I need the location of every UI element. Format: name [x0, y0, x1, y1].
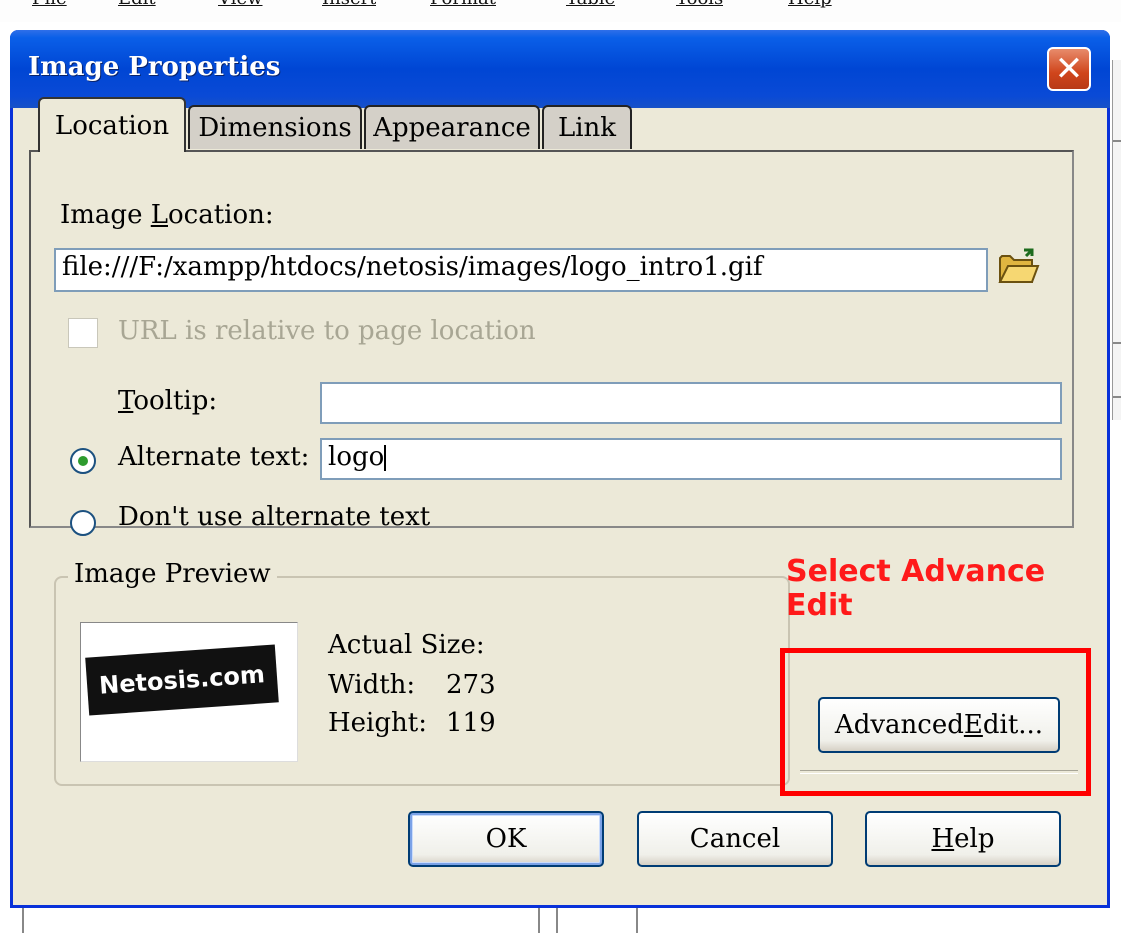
image-preview: Netosis.com: [80, 622, 298, 762]
actual-size-label: Actual Size:: [328, 630, 485, 660]
panel-divider: [22, 905, 24, 933]
panel-divider: [556, 905, 558, 933]
background-side-panel: [1112, 60, 1121, 420]
background-bottom-panel: [0, 905, 1121, 933]
background-menubar: File Edit View Insert Format Table Tools…: [0, 0, 1121, 22]
image-preview-legend: Image Preview: [68, 559, 277, 589]
select-advance-edit-annotation: Select Advance Edit: [786, 554, 1046, 623]
menu-view[interactable]: View: [218, 0, 263, 12]
tooltip-input[interactable]: [320, 382, 1062, 424]
url-relative-label: URL is relative to page location: [118, 316, 536, 346]
panel-divider: [636, 905, 638, 933]
tab-label: Link: [557, 113, 617, 143]
height-value: 119: [446, 708, 496, 738]
advanced-edit-button[interactable]: Advanced Edit...: [818, 697, 1060, 753]
menu-help[interactable]: Help: [788, 0, 832, 12]
menu-tools[interactable]: Tools: [676, 0, 723, 12]
image-location-input[interactable]: file:///F:/xampp/htdocs/netosis/images/l…: [54, 248, 988, 292]
url-relative-checkbox[interactable]: [68, 318, 98, 348]
text-caret: [384, 445, 387, 471]
menu-insert[interactable]: Insert: [322, 0, 376, 12]
help-button[interactable]: Help: [865, 811, 1061, 867]
side-divider: [1113, 342, 1121, 344]
side-divider: [1113, 140, 1121, 142]
logo-text: Netosis.com: [98, 660, 266, 700]
image-location-label: Image Location:: [60, 200, 274, 230]
dialog-title: Image Properties: [28, 52, 281, 82]
menu-table[interactable]: Table: [566, 0, 615, 12]
menu-format[interactable]: Format: [430, 0, 496, 12]
tab-appearance[interactable]: Appearance: [364, 105, 540, 149]
tab-dimensions[interactable]: Dimensions: [188, 105, 362, 149]
alternate-text-radio[interactable]: [70, 448, 96, 474]
ok-button[interactable]: OK: [408, 811, 604, 867]
no-alternate-text-label: Don't use alternate text: [118, 502, 431, 532]
panel-divider: [538, 905, 540, 933]
tab-label: Location: [54, 110, 170, 141]
netosis-logo: Netosis.com: [85, 644, 279, 716]
close-button[interactable]: ✕: [1047, 47, 1091, 91]
tab-label: Appearance: [373, 113, 531, 143]
alternate-text-input[interactable]: logo: [320, 438, 1062, 480]
width-label: Width:: [328, 670, 416, 700]
close-icon: ✕: [1054, 49, 1084, 89]
height-label: Height:: [328, 708, 427, 738]
cancel-button[interactable]: Cancel: [637, 811, 833, 867]
tab-link[interactable]: Link: [542, 105, 632, 149]
dialog-separator: [800, 770, 1078, 774]
side-divider: [1113, 396, 1121, 398]
alternate-text-label: Alternate text:: [118, 442, 310, 472]
menu-file[interactable]: File: [32, 0, 67, 12]
radio-selected-dot: [78, 456, 88, 466]
width-value: 273: [446, 670, 496, 700]
tab-label: Dimensions: [198, 113, 352, 143]
menu-edit[interactable]: Edit: [118, 0, 156, 12]
open-folder-icon[interactable]: [998, 248, 1040, 286]
tooltip-label: Tooltip:: [118, 386, 218, 416]
no-alternate-text-radio[interactable]: [70, 510, 96, 536]
tab-location[interactable]: Location: [38, 97, 186, 152]
